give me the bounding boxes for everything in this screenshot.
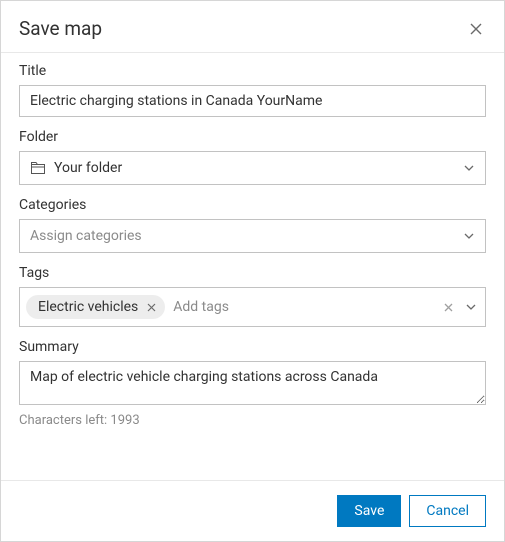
tag-chip: Electric vehicles bbox=[26, 295, 165, 319]
close-button[interactable] bbox=[466, 19, 486, 39]
categories-placeholder: Assign categories bbox=[30, 228, 463, 244]
categories-label: Categories bbox=[19, 197, 486, 213]
title-input[interactable] bbox=[19, 85, 486, 117]
tags-expand-button[interactable] bbox=[463, 299, 479, 315]
categories-select[interactable]: Assign categories bbox=[19, 219, 486, 253]
field-title: Title bbox=[19, 63, 486, 117]
tag-remove-button[interactable] bbox=[144, 300, 159, 315]
tags-trailing bbox=[440, 299, 479, 316]
dialog-header: Save map bbox=[1, 1, 504, 52]
summary-helper: Characters left: 1993 bbox=[19, 413, 486, 428]
folder-label: Folder bbox=[19, 129, 486, 145]
field-tags: Tags Electric vehicles bbox=[19, 265, 486, 327]
summary-textarea[interactable] bbox=[19, 361, 486, 405]
chevron-down-icon bbox=[463, 230, 475, 242]
tags-box[interactable]: Electric vehicles bbox=[19, 287, 486, 327]
title-label: Title bbox=[19, 63, 486, 79]
dialog-footer: Save Cancel bbox=[1, 480, 504, 541]
folder-select[interactable]: Your folder bbox=[19, 151, 486, 185]
close-icon bbox=[146, 302, 157, 313]
cancel-button[interactable]: Cancel bbox=[409, 495, 486, 527]
dialog-title: Save map bbox=[19, 17, 102, 40]
save-button[interactable]: Save bbox=[337, 495, 401, 527]
tags-input[interactable] bbox=[171, 295, 434, 319]
chevron-down-icon bbox=[463, 162, 475, 174]
tags-clear-button[interactable] bbox=[440, 299, 457, 316]
close-icon bbox=[468, 21, 484, 37]
chevron-down-icon bbox=[465, 301, 477, 313]
folder-icon bbox=[30, 160, 46, 176]
field-folder: Folder Your folder bbox=[19, 129, 486, 185]
close-icon bbox=[442, 301, 455, 314]
field-categories: Categories Assign categories bbox=[19, 197, 486, 253]
tags-label: Tags bbox=[19, 265, 486, 281]
tag-chip-label: Electric vehicles bbox=[38, 299, 138, 315]
folder-value: Your folder bbox=[54, 160, 463, 176]
dialog-body: Title Folder Your folder Categories Assi… bbox=[1, 53, 504, 480]
summary-label: Summary bbox=[19, 339, 486, 355]
field-summary: Summary Characters left: 1993 bbox=[19, 339, 486, 428]
